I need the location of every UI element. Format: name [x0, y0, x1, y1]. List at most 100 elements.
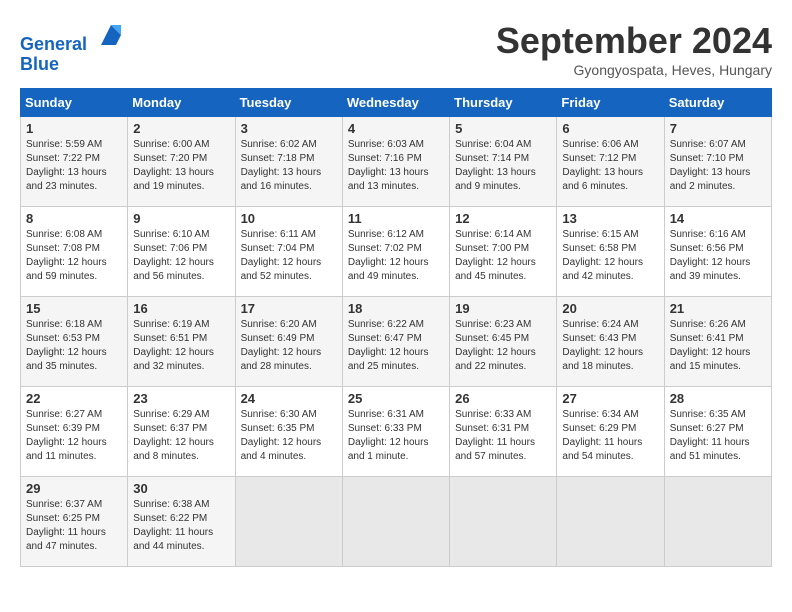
calendar-cell: 6 Sunrise: 6:06 AM Sunset: 7:12 PM Daylig…: [557, 117, 664, 207]
day-number: 16: [133, 301, 229, 316]
day-number: 1: [26, 121, 122, 136]
calendar-cell: 20 Sunrise: 6:24 AM Sunset: 6:43 PM Dayli…: [557, 297, 664, 387]
calendar-cell: [450, 477, 557, 567]
day-number: 3: [241, 121, 337, 136]
day-detail: Sunrise: 6:33 AM Sunset: 6:31 PM Dayligh…: [455, 408, 551, 464]
week-row-4: 22Sunrise: 6:27 AM Sunset: 6:39 PM Dayli…: [21, 387, 772, 477]
logo-blue-text: Blue: [20, 55, 126, 75]
weekday-header-thursday: Thursday: [450, 89, 557, 117]
logo-icon: [96, 20, 126, 50]
day-number: 25: [348, 391, 444, 406]
calendar-cell: 25 Sunrise: 6:31 AM Sunset: 6:33 PM Dayli…: [342, 387, 449, 477]
title-block: September 2024 Gyongyospata, Heves, Hung…: [496, 20, 772, 78]
day-number: 5: [455, 121, 551, 136]
calendar-cell: [235, 477, 342, 567]
calendar-cell: 30 Sunrise: 6:38 AM Sunset: 6:22 PM Dayli…: [128, 477, 235, 567]
calendar-cell: 14Sunrise: 6:16 AM Sunset: 6:56 PM Dayli…: [664, 207, 771, 297]
day-number: 28: [670, 391, 766, 406]
calendar-cell: 21 Sunrise: 6:26 AM Sunset: 6:41 PM Dayli…: [664, 297, 771, 387]
day-detail: Sunrise: 6:29 AM Sunset: 6:37 PM Dayligh…: [133, 408, 229, 464]
day-number: 26: [455, 391, 551, 406]
day-number: 6: [562, 121, 658, 136]
weekday-header-saturday: Saturday: [664, 89, 771, 117]
calendar-cell: 28Sunrise: 6:35 AM Sunset: 6:27 PM Dayli…: [664, 387, 771, 477]
day-number: 23: [133, 391, 229, 406]
month-title: September 2024: [496, 20, 772, 62]
calendar-cell: 13 Sunrise: 6:15 AM Sunset: 6:58 PM Dayli…: [557, 207, 664, 297]
weekday-header-sunday: Sunday: [21, 89, 128, 117]
day-number: 19: [455, 301, 551, 316]
day-number: 9: [133, 211, 229, 226]
day-number: 13: [562, 211, 658, 226]
weekday-header-monday: Monday: [128, 89, 235, 117]
calendar-cell: 26 Sunrise: 6:33 AM Sunset: 6:31 PM Dayli…: [450, 387, 557, 477]
calendar-cell: 19 Sunrise: 6:23 AM Sunset: 6:45 PM Dayli…: [450, 297, 557, 387]
day-detail: Sunrise: 6:07 AM Sunset: 7:10 PM Dayligh…: [670, 138, 766, 194]
day-detail: Sunrise: 6:15 AM Sunset: 6:58 PM Dayligh…: [562, 228, 658, 284]
day-detail: Sunrise: 6:06 AM Sunset: 7:12 PM Dayligh…: [562, 138, 658, 194]
day-number: 7: [670, 121, 766, 136]
day-number: 20: [562, 301, 658, 316]
calendar-cell: 8 Sunrise: 6:08 AM Sunset: 7:08 PM Daylig…: [21, 207, 128, 297]
day-detail: Sunrise: 6:30 AM Sunset: 6:35 PM Dayligh…: [241, 408, 337, 464]
calendar-cell: [342, 477, 449, 567]
week-row-5: 29Sunrise: 6:37 AM Sunset: 6:25 PM Dayli…: [21, 477, 772, 567]
day-detail: Sunrise: 6:34 AM Sunset: 6:29 PM Dayligh…: [562, 408, 658, 464]
calendar-cell: 24 Sunrise: 6:30 AM Sunset: 6:35 PM Dayli…: [235, 387, 342, 477]
day-detail: Sunrise: 6:02 AM Sunset: 7:18 PM Dayligh…: [241, 138, 337, 194]
calendar-cell: 9 Sunrise: 6:10 AM Sunset: 7:06 PM Daylig…: [128, 207, 235, 297]
calendar-cell: 4 Sunrise: 6:03 AM Sunset: 7:16 PM Daylig…: [342, 117, 449, 207]
day-number: 17: [241, 301, 337, 316]
day-detail: Sunrise: 6:03 AM Sunset: 7:16 PM Dayligh…: [348, 138, 444, 194]
day-detail: Sunrise: 6:22 AM Sunset: 6:47 PM Dayligh…: [348, 318, 444, 374]
day-detail: Sunrise: 6:31 AM Sunset: 6:33 PM Dayligh…: [348, 408, 444, 464]
calendar-cell: 23 Sunrise: 6:29 AM Sunset: 6:37 PM Dayli…: [128, 387, 235, 477]
day-number: 27: [562, 391, 658, 406]
day-detail: Sunrise: 6:19 AM Sunset: 6:51 PM Dayligh…: [133, 318, 229, 374]
logo-text: General: [20, 20, 126, 55]
week-row-1: 1Sunrise: 5:59 AM Sunset: 7:22 PM Daylig…: [21, 117, 772, 207]
weekday-header-row: SundayMondayTuesdayWednesdayThursdayFrid…: [21, 89, 772, 117]
day-number: 10: [241, 211, 337, 226]
day-detail: Sunrise: 6:10 AM Sunset: 7:06 PM Dayligh…: [133, 228, 229, 284]
calendar-cell: 29Sunrise: 6:37 AM Sunset: 6:25 PM Dayli…: [21, 477, 128, 567]
day-number: 29: [26, 481, 122, 496]
page-header: General Blue September 2024 Gyongyospata…: [20, 20, 772, 78]
calendar-cell: 1Sunrise: 5:59 AM Sunset: 7:22 PM Daylig…: [21, 117, 128, 207]
day-number: 15: [26, 301, 122, 316]
day-detail: Sunrise: 6:14 AM Sunset: 7:00 PM Dayligh…: [455, 228, 551, 284]
calendar-cell: [557, 477, 664, 567]
weekday-header-wednesday: Wednesday: [342, 89, 449, 117]
day-detail: Sunrise: 6:23 AM Sunset: 6:45 PM Dayligh…: [455, 318, 551, 374]
day-number: 18: [348, 301, 444, 316]
day-detail: Sunrise: 6:08 AM Sunset: 7:08 PM Dayligh…: [26, 228, 122, 284]
day-detail: Sunrise: 6:04 AM Sunset: 7:14 PM Dayligh…: [455, 138, 551, 194]
day-detail: Sunrise: 6:11 AM Sunset: 7:04 PM Dayligh…: [241, 228, 337, 284]
calendar-cell: 17 Sunrise: 6:20 AM Sunset: 6:49 PM Dayli…: [235, 297, 342, 387]
day-number: 8: [26, 211, 122, 226]
calendar-cell: 16 Sunrise: 6:19 AM Sunset: 6:51 PM Dayli…: [128, 297, 235, 387]
day-detail: Sunrise: 6:26 AM Sunset: 6:41 PM Dayligh…: [670, 318, 766, 374]
day-number: 12: [455, 211, 551, 226]
calendar-cell: 3 Sunrise: 6:02 AM Sunset: 7:18 PM Daylig…: [235, 117, 342, 207]
calendar-cell: 22Sunrise: 6:27 AM Sunset: 6:39 PM Dayli…: [21, 387, 128, 477]
day-detail: Sunrise: 6:16 AM Sunset: 6:56 PM Dayligh…: [670, 228, 766, 284]
day-number: 2: [133, 121, 229, 136]
day-number: 30: [133, 481, 229, 496]
day-number: 11: [348, 211, 444, 226]
location-subtitle: Gyongyospata, Heves, Hungary: [496, 62, 772, 78]
day-number: 24: [241, 391, 337, 406]
day-number: 21: [670, 301, 766, 316]
logo: General Blue: [20, 20, 126, 75]
calendar-cell: 15Sunrise: 6:18 AM Sunset: 6:53 PM Dayli…: [21, 297, 128, 387]
day-detail: Sunrise: 6:38 AM Sunset: 6:22 PM Dayligh…: [133, 498, 229, 554]
day-detail: Sunrise: 6:27 AM Sunset: 6:39 PM Dayligh…: [26, 408, 122, 464]
day-number: 4: [348, 121, 444, 136]
week-row-3: 15Sunrise: 6:18 AM Sunset: 6:53 PM Dayli…: [21, 297, 772, 387]
calendar-cell: 11 Sunrise: 6:12 AM Sunset: 7:02 PM Dayli…: [342, 207, 449, 297]
day-detail: Sunrise: 6:24 AM Sunset: 6:43 PM Dayligh…: [562, 318, 658, 374]
weekday-header-friday: Friday: [557, 89, 664, 117]
day-detail: Sunrise: 6:00 AM Sunset: 7:20 PM Dayligh…: [133, 138, 229, 194]
day-detail: Sunrise: 6:20 AM Sunset: 6:49 PM Dayligh…: [241, 318, 337, 374]
day-detail: Sunrise: 6:12 AM Sunset: 7:02 PM Dayligh…: [348, 228, 444, 284]
